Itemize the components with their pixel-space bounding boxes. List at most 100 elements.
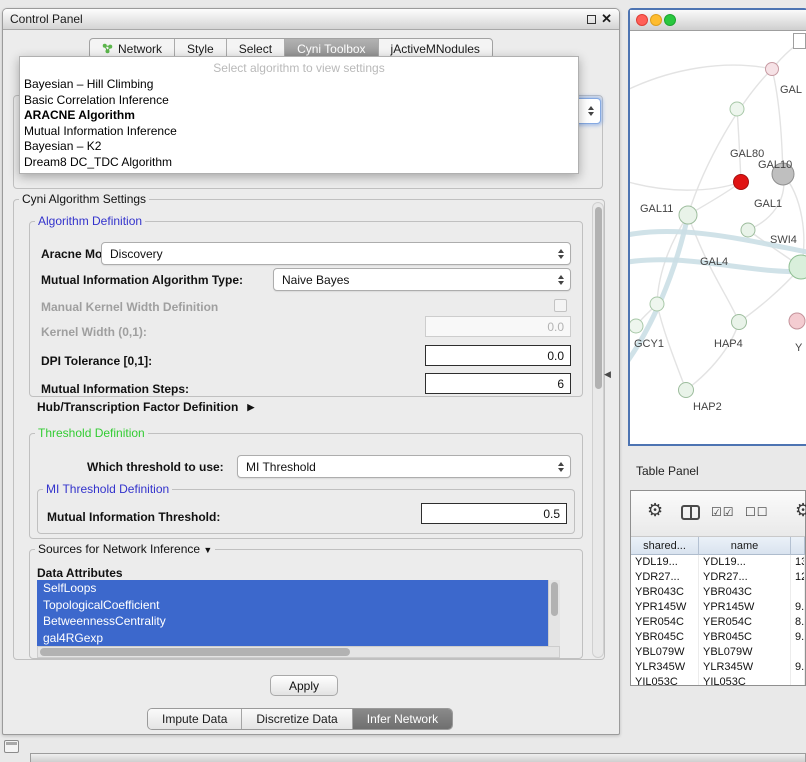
algorithm-option[interactable]: Mutual Information Inference — [20, 124, 578, 140]
tab-discretize-data[interactable]: Discretize Data — [242, 709, 352, 729]
network-node[interactable] — [650, 297, 664, 311]
table-cell: YDR27... — [631, 570, 699, 585]
aracne-mode-combobox[interactable]: Discovery — [101, 242, 571, 265]
algorithm-option[interactable]: Basic Correlation Inference — [20, 93, 578, 109]
table-cell: YDR27... — [699, 570, 791, 585]
tab-label: Cyni Toolbox — [297, 42, 365, 56]
attribute-item[interactable]: gal4RGexp — [37, 630, 548, 647]
network-node[interactable] — [734, 175, 749, 190]
table-row[interactable]: YLR345WYLR345W9. — [631, 660, 805, 675]
network-node[interactable] — [766, 63, 779, 76]
network-node[interactable] — [732, 315, 747, 330]
network-edge — [630, 65, 772, 91]
attributes-horizontal-scrollbar[interactable] — [37, 646, 560, 658]
column-header[interactable]: name — [699, 537, 791, 555]
scrollbar-thumb[interactable] — [40, 648, 350, 656]
chevron-updown-icon — [558, 462, 564, 472]
restore-panel-icon[interactable] — [4, 740, 19, 753]
panel-collapse-arrow-icon[interactable]: ◀ — [604, 369, 611, 380]
tab-impute-data[interactable]: Impute Data — [148, 709, 242, 729]
dpi-tolerance-value: 0.0 — [547, 349, 564, 363]
minimize-traffic-light[interactable] — [650, 14, 662, 26]
attributes-vertical-scrollbar[interactable] — [548, 580, 560, 646]
table-row[interactable]: YDR27...YDR27...12 — [631, 570, 805, 585]
close-traffic-light[interactable] — [636, 14, 648, 26]
algorithm-option[interactable]: ARACNE Algorithm — [20, 108, 578, 124]
table-panel-title: Table Panel — [636, 464, 699, 478]
attribute-item[interactable]: SelfLoops — [37, 580, 548, 597]
which-threshold-combobox[interactable]: MI Threshold — [237, 455, 571, 478]
network-overview-box[interactable] — [793, 33, 806, 49]
table-cell — [791, 585, 805, 600]
table-header-row: shared...name — [631, 537, 805, 555]
network-window-titlebar[interactable] — [630, 10, 806, 31]
column-header[interactable] — [791, 537, 805, 555]
network-node[interactable] — [730, 102, 744, 116]
threshold-definition-title: Threshold Definition — [35, 426, 148, 440]
apply-button[interactable]: Apply — [270, 675, 338, 696]
algorithm-option[interactable]: Bayesian – Hill Climbing — [20, 77, 578, 93]
scrollbar-thumb[interactable] — [551, 582, 558, 616]
network-node[interactable] — [679, 383, 694, 398]
network-node[interactable] — [741, 223, 755, 237]
table-cell: YLR345W — [631, 660, 699, 675]
table-cell: YDL19... — [699, 555, 791, 570]
collapse-down-icon: ▼ — [203, 545, 212, 555]
network-node[interactable] — [789, 255, 806, 279]
table-cell: YER054C — [699, 615, 791, 630]
node-label: HAP4 — [714, 338, 743, 350]
cyni-settings-title: Cyni Algorithm Settings — [19, 192, 149, 206]
table-panel-window: ⚙ ☑☑ ☐☐ ⚙ shared...name YDL19...YDL19...… — [630, 490, 806, 686]
table-cell: YBR045C — [631, 630, 699, 645]
hub-definition-label: Hub/Transcription Factor Definition — [37, 400, 238, 414]
table-row[interactable]: YBR043CYBR043C — [631, 585, 805, 600]
clear-all-checkboxes-icon[interactable]: ☐☐ — [745, 505, 769, 519]
zoom-traffic-light[interactable] — [664, 14, 676, 26]
node-label: HAP2 — [693, 401, 722, 413]
dpi-tolerance-field[interactable]: 0.0 — [425, 345, 571, 366]
mi-steps-field[interactable]: 6 — [425, 373, 571, 394]
scrollbar-thumb[interactable] — [595, 207, 602, 389]
control-panel-titlebar[interactable]: Control Panel ✕ — [3, 9, 619, 30]
select-all-checkboxes-icon[interactable]: ☑☑ — [711, 505, 735, 519]
mi-threshold-group-title: MI Threshold Definition — [43, 482, 172, 496]
gear-icon[interactable]: ⚙ — [647, 500, 663, 521]
control-panel-window: Control Panel ✕ NetworkStyleSelectCyni T… — [2, 8, 620, 735]
settings-scrollbar[interactable] — [592, 202, 604, 658]
manual-kernel-label: Manual Kernel Width Definition — [41, 300, 218, 314]
attribute-item[interactable]: BetweennessCentrality — [37, 613, 548, 630]
mi-threshold-field[interactable]: 0.5 — [421, 503, 567, 524]
network-node[interactable] — [630, 319, 643, 333]
table-row[interactable]: YBR045CYBR045C9. — [631, 630, 805, 645]
chevron-updown-icon — [558, 275, 564, 285]
float-window-icon[interactable] — [587, 15, 596, 24]
mi-type-combobox[interactable]: Naive Bayes — [273, 268, 571, 291]
kernel-width-label: Kernel Width (0,1): — [41, 325, 147, 339]
network-view-window: GALGAL80GAL10GAL11GAL1SWI4GAL4GCY1HAP4YH… — [628, 8, 806, 446]
algorithm-option[interactable]: Dream8 DC_TDC Algorithm — [20, 155, 578, 171]
table-cell: YIL053C — [699, 675, 791, 685]
column-header[interactable]: shared... — [631, 537, 699, 555]
table-cell: 9. — [791, 600, 805, 615]
table-row[interactable]: YDL19...YDL19...13 — [631, 555, 805, 570]
network-canvas[interactable]: GALGAL80GAL10GAL11GAL1SWI4GAL4GCY1HAP4YH… — [630, 31, 806, 444]
mi-steps-label: Mutual Information Steps: — [41, 382, 189, 396]
sources-toggle[interactable]: Sources for Network Inference ▼ — [35, 542, 215, 556]
algorithm-option[interactable]: Bayesian – K2 — [20, 139, 578, 155]
tab-infer-network[interactable]: Infer Network — [353, 709, 452, 729]
dpi-tolerance-label: DPI Tolerance [0,1]: — [41, 354, 152, 368]
attribute-item[interactable]: TopologicalCoefficient — [37, 597, 548, 614]
manual-kernel-checkbox[interactable] — [554, 299, 567, 312]
close-window-icon[interactable]: ✕ — [601, 11, 612, 27]
function-builder-icon[interactable]: ⚙ — [795, 500, 806, 521]
table-row[interactable]: YBL079WYBL079W — [631, 645, 805, 660]
network-node[interactable] — [789, 313, 805, 329]
network-node[interactable] — [679, 206, 697, 224]
kernel-width-field[interactable]: 0.0 — [425, 316, 571, 337]
collapsed-panel-bar[interactable] — [30, 753, 806, 762]
table-row[interactable]: YIL053CYIL053C — [631, 675, 805, 685]
table-row[interactable]: YER054CYER054C8. — [631, 615, 805, 630]
columns-icon[interactable] — [681, 505, 700, 520]
table-row[interactable]: YPR145WYPR145W9. — [631, 600, 805, 615]
hub-definition-toggle[interactable]: Hub/Transcription Factor Definition ▶ — [37, 400, 254, 414]
